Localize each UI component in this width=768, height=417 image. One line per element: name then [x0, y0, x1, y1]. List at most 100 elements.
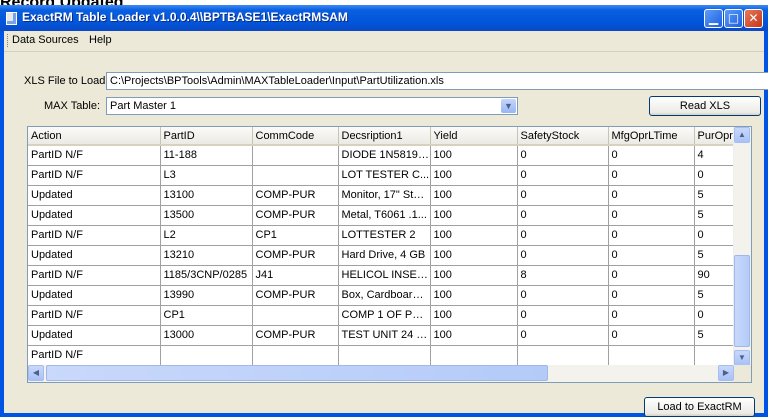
cell-action[interactable]: PartID N/F: [28, 265, 161, 286]
cell-mfgopr[interactable]: 0: [608, 225, 695, 246]
cell-commcode[interactable]: [252, 165, 339, 186]
menu-help[interactable]: Help: [89, 34, 112, 46]
cell-mfgopr[interactable]: 0: [608, 245, 695, 266]
table-row[interactable]: PartID N/F CP1 COMP 1 OF PHA... 100 0 0 0: [28, 305, 751, 326]
cell-safetystock[interactable]: 8: [517, 265, 609, 286]
column-header-description[interactable]: Decsription1: [338, 127, 431, 146]
cell-safetystock[interactable]: 0: [517, 285, 609, 306]
vertical-scrollbar[interactable]: ▲ ▼: [733, 127, 751, 366]
table-row[interactable]: Updated 13210 COMP-PUR Hard Drive, 4 GB 100 0…: [28, 245, 751, 266]
cell-safetystock[interactable]: 0: [517, 185, 609, 206]
cell-description[interactable]: [338, 345, 431, 366]
cell-yield[interactable]: 100: [430, 205, 518, 226]
cell-safetystock[interactable]: 0: [517, 245, 609, 266]
load-to-exactrm-button[interactable]: Load to ExactRM: [644, 397, 755, 417]
table-row[interactable]: PartID N/F L2 CP1 LOTTESTER 2 100 0 0 0: [28, 225, 751, 246]
cell-action[interactable]: PartID N/F: [28, 305, 161, 326]
cell-action[interactable]: Updated: [28, 205, 161, 226]
cell-partid[interactable]: L3: [160, 165, 253, 186]
cell-mfgopr[interactable]: 0: [608, 205, 695, 226]
cell-mfgopr[interactable]: 0: [608, 185, 695, 206]
cell-commcode[interactable]: CP1: [252, 225, 339, 246]
cell-yield[interactable]: 100: [430, 165, 518, 186]
read-xls-button[interactable]: Read XLS: [649, 96, 761, 116]
scroll-down-icon[interactable]: ▼: [734, 350, 750, 366]
cell-yield[interactable]: 100: [430, 245, 518, 266]
cell-mfgopr[interactable]: [608, 345, 695, 366]
cell-description[interactable]: LOTTESTER 2: [338, 225, 431, 246]
cell-commcode[interactable]: COMP-PUR: [252, 205, 339, 226]
table-row[interactable]: Updated 13990 COMP-PUR Box, Cardboard S... 1…: [28, 285, 751, 306]
horizontal-scrollbar[interactable]: ◀ ▶: [28, 365, 734, 382]
minimize-button[interactable]: ▁: [704, 9, 723, 28]
cell-yield[interactable]: [430, 345, 518, 366]
cell-commcode[interactable]: [252, 345, 339, 366]
cell-safetystock[interactable]: [517, 345, 609, 366]
cell-safetystock[interactable]: 0: [517, 305, 609, 326]
cell-action[interactable]: Updated: [28, 245, 161, 266]
scroll-right-icon[interactable]: ▶: [718, 365, 734, 381]
cell-yield[interactable]: 100: [430, 145, 518, 166]
scroll-left-icon[interactable]: ◀: [28, 365, 44, 381]
cell-action[interactable]: PartID N/F: [28, 345, 161, 366]
horizontal-scroll-thumb[interactable]: [46, 365, 548, 381]
cell-description[interactable]: Metal, T6061 .1...: [338, 205, 431, 226]
column-header-mfgopr[interactable]: MfgOprLTime: [608, 127, 695, 146]
table-row[interactable]: Updated 13100 COMP-PUR Monitor, 17" Stan...…: [28, 185, 751, 206]
cell-commcode[interactable]: J41: [252, 265, 339, 286]
scroll-up-icon[interactable]: ▲: [734, 127, 750, 143]
cell-partid[interactable]: 11-188: [160, 145, 253, 166]
column-header-safetystock[interactable]: SafetyStock: [517, 127, 609, 146]
menu-data-sources[interactable]: Data Sources: [12, 34, 79, 46]
cell-description[interactable]: LOT TESTER C...: [338, 165, 431, 186]
cell-action[interactable]: Updated: [28, 285, 161, 306]
cell-yield[interactable]: 100: [430, 325, 518, 346]
chevron-down-icon[interactable]: ▼: [501, 99, 516, 113]
cell-action[interactable]: PartID N/F: [28, 145, 161, 166]
cell-mfgopr[interactable]: 0: [608, 325, 695, 346]
cell-action[interactable]: Updated: [28, 325, 161, 346]
cell-yield[interactable]: 100: [430, 265, 518, 286]
xls-file-input[interactable]: C:\Projects\BPTools\Admin\MAXTableLoader…: [106, 72, 768, 90]
max-table-select[interactable]: Part Master 1 ▼: [106, 97, 518, 115]
cell-description[interactable]: Monitor, 17" Stan...: [338, 185, 431, 206]
cell-description[interactable]: TEST UNIT 24 V...: [338, 325, 431, 346]
column-header-yield[interactable]: Yield: [430, 127, 518, 146]
cell-safetystock[interactable]: 0: [517, 165, 609, 186]
maximize-button[interactable]: □: [724, 9, 743, 28]
cell-mfgopr[interactable]: 0: [608, 305, 695, 326]
cell-yield[interactable]: 100: [430, 225, 518, 246]
table-row[interactable]: PartID N/F 11-188 DIODE 1N5819 ... 100 0 0 4: [28, 145, 751, 166]
table-row[interactable]: PartID N/F 1185/3CNP/0285 J41 HELICOL INSER…: [28, 265, 751, 286]
cell-partid[interactable]: CP1: [160, 305, 253, 326]
table-row[interactable]: Updated 13000 COMP-PUR TEST UNIT 24 V... 100…: [28, 325, 751, 346]
cell-mfgopr[interactable]: 0: [608, 265, 695, 286]
cell-description[interactable]: COMP 1 OF PHA...: [338, 305, 431, 326]
table-row[interactable]: Updated 13500 COMP-PUR Metal, T6061 .1... 10…: [28, 205, 751, 226]
title-bar[interactable]: ExactRM Table Loader v1.0.0.4\\BPTBASE1\…: [0, 5, 768, 31]
cell-action[interactable]: Updated: [28, 185, 161, 206]
cell-commcode[interactable]: COMP-PUR: [252, 185, 339, 206]
cell-commcode[interactable]: [252, 145, 339, 166]
close-button[interactable]: ✕: [744, 9, 763, 28]
cell-description[interactable]: DIODE 1N5819 ...: [338, 145, 431, 166]
cell-description[interactable]: Box, Cardboard S...: [338, 285, 431, 306]
column-header-partid[interactable]: PartID: [160, 127, 253, 146]
cell-action[interactable]: PartID N/F: [28, 225, 161, 246]
cell-mfgopr[interactable]: 0: [608, 145, 695, 166]
cell-action[interactable]: PartID N/F: [28, 165, 161, 186]
cell-partid[interactable]: 13100: [160, 185, 253, 206]
table-row[interactable]: PartID N/F: [28, 345, 751, 366]
cell-partid[interactable]: 13210: [160, 245, 253, 266]
table-row[interactable]: PartID N/F L3 LOT TESTER C... 100 0 0 0: [28, 165, 751, 186]
cell-partid[interactable]: 13000: [160, 325, 253, 346]
cell-mfgopr[interactable]: 0: [608, 165, 695, 186]
column-header-action[interactable]: Action: [28, 127, 161, 146]
cell-yield[interactable]: 100: [430, 185, 518, 206]
cell-partid[interactable]: 13990: [160, 285, 253, 306]
cell-safetystock[interactable]: 0: [517, 145, 609, 166]
cell-commcode[interactable]: COMP-PUR: [252, 285, 339, 306]
column-header-commcode[interactable]: CommCode: [252, 127, 339, 146]
cell-yield[interactable]: 100: [430, 305, 518, 326]
cell-description[interactable]: Hard Drive, 4 GB: [338, 245, 431, 266]
